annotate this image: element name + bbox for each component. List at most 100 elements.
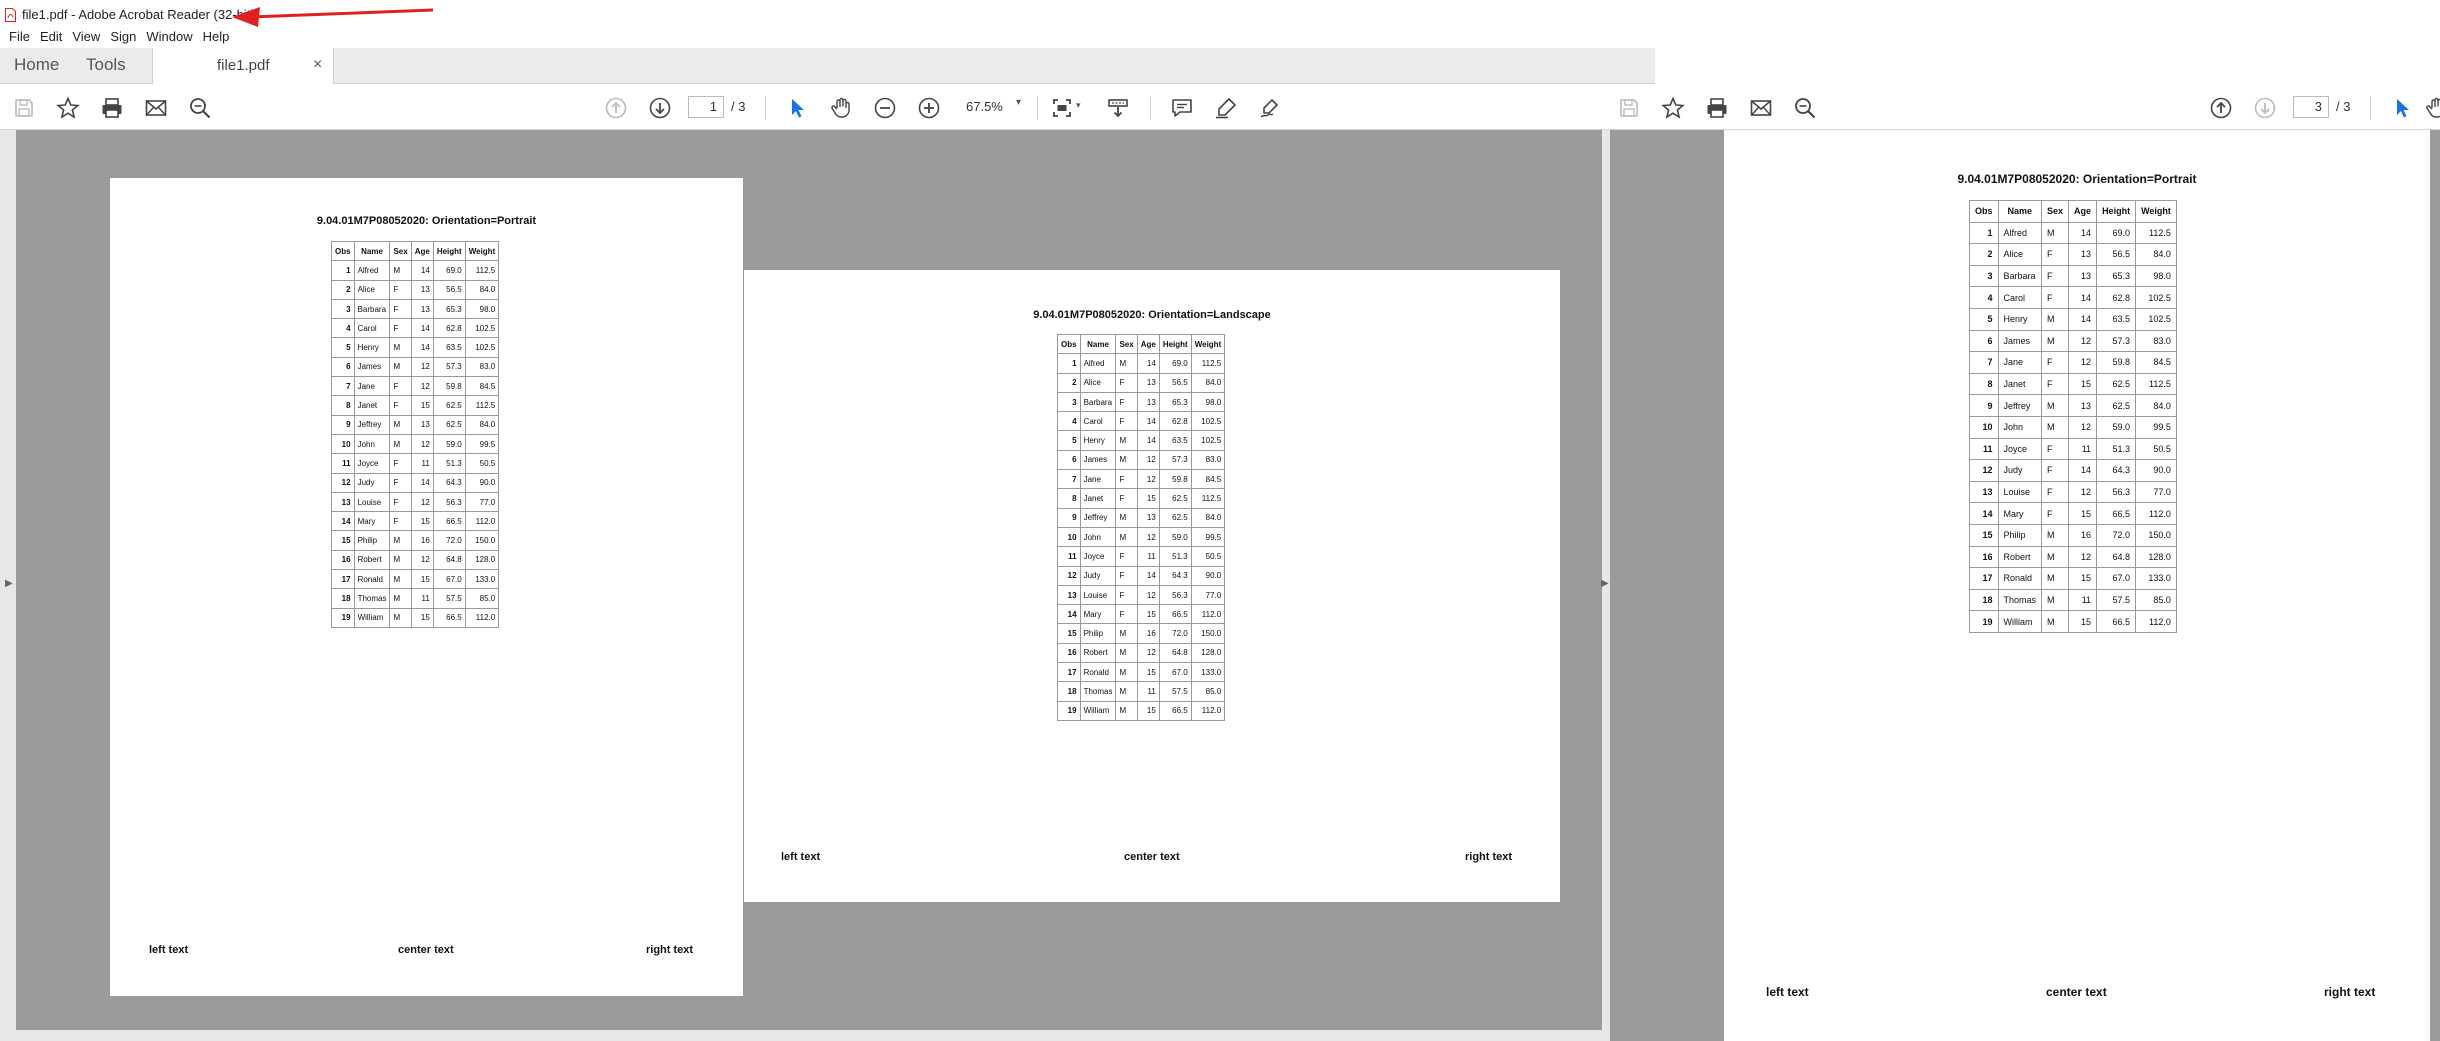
- table-cell: 13: [410, 414, 434, 435]
- page-down-icon[interactable]: [647, 95, 673, 121]
- search-icon[interactable]: [1792, 95, 1818, 121]
- page-down-icon[interactable]: [2252, 95, 2278, 121]
- table-cell: 102.5: [2135, 307, 2177, 331]
- table-row: 9 Jeffrey M 13 62.5 84.0: [1969, 394, 2177, 417]
- table-row: 18 Thomas M 11 57.5 85.0: [1969, 588, 2177, 612]
- mail-icon[interactable]: [1748, 95, 1774, 121]
- data-table: Obs Name Sex Age Height Weight 1 Alfred M 14 69.0 1…: [1057, 333, 1226, 721]
- table-cell: F: [2041, 351, 2070, 374]
- table-row: 6 James M 12 57.3 83.0: [331, 356, 500, 378]
- table-cell: Henry: [353, 337, 391, 358]
- table-cell: 102.5: [2135, 286, 2177, 309]
- table-cell: 66.5: [2096, 502, 2137, 525]
- menu-help[interactable]: Help: [200, 28, 237, 48]
- fit-page-icon[interactable]: [1049, 95, 1075, 121]
- page-title: 9.04.01M7P08052020: Orientation=Landscap…: [1033, 309, 1271, 321]
- horizontal-scrollbar[interactable]: [16, 1030, 1604, 1041]
- page-up-icon[interactable]: [603, 95, 629, 121]
- table-cell: John: [1997, 415, 2043, 439]
- comment-icon[interactable]: [1169, 95, 1195, 121]
- table-cell: 69.0: [2096, 221, 2137, 245]
- table-row: 16 Robert M 12 64.8 128.0: [1969, 545, 2177, 569]
- save-icon[interactable]: [1616, 95, 1642, 121]
- table-cell: M: [2041, 523, 2070, 547]
- table-cell: 15: [410, 607, 434, 628]
- table-cell: Ronald: [1997, 567, 2043, 590]
- table-cell: 2: [331, 279, 355, 300]
- chevron-right-icon[interactable]: ▶: [5, 578, 13, 589]
- table-cell: 13: [2068, 394, 2098, 417]
- table-cell: 17: [1057, 662, 1081, 683]
- table-cell: 12: [410, 376, 434, 397]
- tab-tools[interactable]: Tools: [86, 55, 126, 75]
- table-cell: 3: [1969, 264, 1999, 288]
- table-cell: 85.0: [2135, 588, 2177, 612]
- zoom-out-icon[interactable]: [872, 95, 898, 121]
- star-icon[interactable]: [55, 95, 81, 121]
- pdf-page-2: 9.04.01M7P08052020: Orientation=Landscap…: [744, 270, 1560, 902]
- table-row: 16 Robert M 12 64.8 128.0: [1057, 642, 1226, 664]
- table-cell: 51.3: [432, 453, 466, 474]
- page-number-input[interactable]: 1: [688, 96, 724, 118]
- table-cell: 64.3: [1158, 565, 1192, 586]
- chevron-right-icon[interactable]: ▶: [1601, 578, 1609, 589]
- search-icon[interactable]: [187, 95, 213, 121]
- table-cell: 14: [1136, 565, 1160, 586]
- menu-edit[interactable]: Edit: [37, 28, 69, 48]
- table-cell: 112.0: [1190, 700, 1226, 721]
- tab-home[interactable]: Home: [14, 55, 59, 75]
- table-cell: 15: [2068, 502, 2098, 525]
- zoom-dropdown[interactable]: 67.5% ▾: [966, 96, 1036, 118]
- cursor-icon[interactable]: [784, 95, 810, 121]
- column-header: Obs: [1969, 200, 1999, 223]
- menu-view[interactable]: View: [69, 28, 107, 48]
- print-icon[interactable]: [99, 95, 125, 121]
- cursor-icon[interactable]: [2389, 95, 2415, 121]
- table-cell: Mary: [1079, 604, 1117, 625]
- table-cell: 64.8: [2096, 545, 2137, 569]
- table-cell: 13: [1969, 480, 1999, 504]
- star-icon[interactable]: [1660, 95, 1686, 121]
- table-cell: Janet: [1079, 488, 1117, 509]
- scroll-mode-icon[interactable]: [1105, 95, 1131, 121]
- table-cell: 84.0: [464, 279, 500, 300]
- table-cell: 12: [410, 549, 434, 571]
- page-number-input[interactable]: 3: [2293, 96, 2329, 118]
- table-cell: 90.0: [2135, 459, 2177, 482]
- table-cell: Philip: [1997, 523, 2043, 547]
- table-cell: John: [1079, 526, 1117, 548]
- chevron-down-icon[interactable]: ▾: [1076, 100, 1081, 111]
- table-cell: 19: [1969, 610, 1999, 633]
- table-cell: F: [1115, 372, 1138, 393]
- table-row: 4 Carol F 14 62.8 102.5: [331, 318, 500, 339]
- table-cell: James: [353, 356, 391, 378]
- table-cell: 62.8: [1158, 411, 1192, 432]
- menu-window[interactable]: Window: [143, 28, 199, 48]
- footer-left: left text: [781, 851, 821, 863]
- table-cell: 16: [1136, 623, 1160, 644]
- menu-sign[interactable]: Sign: [107, 28, 143, 48]
- table-cell: F: [389, 318, 412, 339]
- table-cell: 83.0: [1190, 449, 1226, 471]
- tab-document[interactable]: file1.pdf ×: [152, 48, 334, 85]
- save-icon[interactable]: [11, 95, 37, 121]
- print-icon[interactable]: [1704, 95, 1730, 121]
- column-header: Sex: [389, 240, 412, 262]
- table-cell: M: [2041, 588, 2070, 612]
- highlight-icon[interactable]: [1213, 95, 1239, 121]
- pdf-page-1: 9.04.01M7P08052020: Orientation=Portrait…: [110, 178, 743, 996]
- menu-file[interactable]: File: [6, 28, 37, 48]
- mail-icon[interactable]: [143, 95, 169, 121]
- table-cell: F: [389, 298, 412, 320]
- hand-icon[interactable]: [828, 95, 854, 121]
- sign-icon[interactable]: [1257, 95, 1283, 121]
- page-up-icon[interactable]: [2208, 95, 2234, 121]
- tab-close-button[interactable]: ×: [313, 56, 322, 74]
- zoom-in-icon[interactable]: [916, 95, 942, 121]
- table-cell: 66.5: [2096, 610, 2137, 633]
- hand-icon[interactable]: [2423, 95, 2440, 121]
- table-cell: 14: [1136, 353, 1160, 374]
- table-cell: 133.0: [2135, 567, 2177, 590]
- table-cell: 112.0: [464, 607, 500, 628]
- table-cell: Robert: [1079, 642, 1117, 664]
